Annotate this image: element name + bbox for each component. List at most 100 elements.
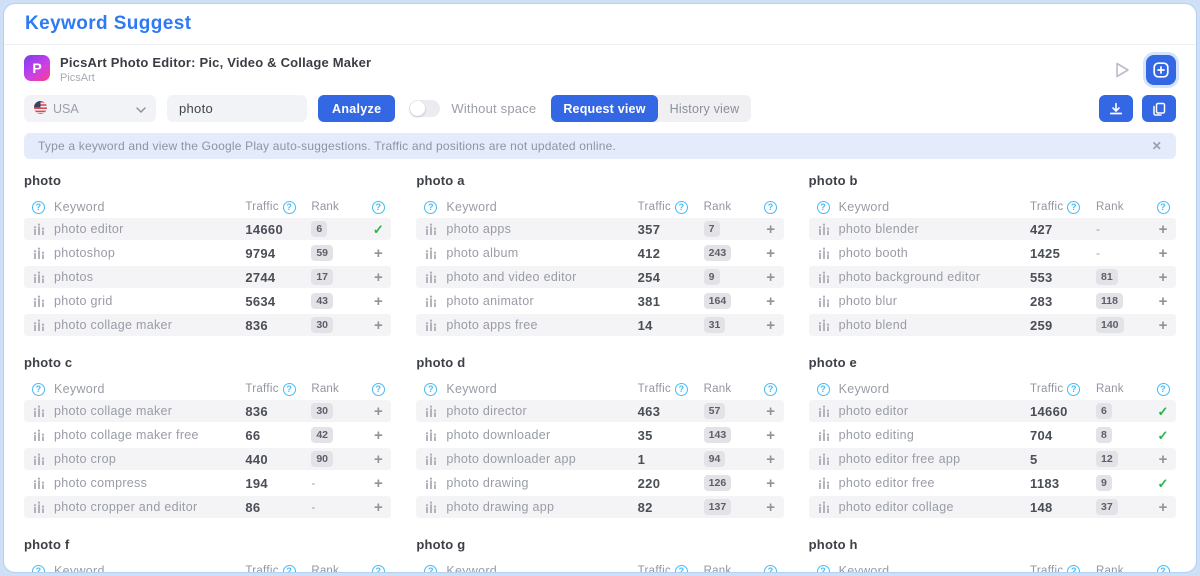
add-keyword-button[interactable]: +: [758, 476, 784, 491]
help-icon[interactable]: ?: [1157, 383, 1170, 396]
keyword-chart-icon[interactable]: [809, 429, 839, 442]
help-icon[interactable]: ?: [283, 565, 296, 574]
help-icon[interactable]: ?: [675, 565, 688, 574]
add-keyword-button[interactable]: +: [365, 500, 391, 515]
add-keyword-button[interactable]: +: [758, 294, 784, 309]
keyword-chart-icon[interactable]: [809, 453, 839, 466]
keyword-chart-icon[interactable]: [416, 477, 446, 490]
help-icon[interactable]: ?: [817, 383, 830, 396]
help-icon[interactable]: ?: [32, 565, 45, 574]
keyword-chart-icon[interactable]: [809, 223, 839, 236]
keyword-chart-icon[interactable]: [416, 453, 446, 466]
add-keyword-button[interactable]: +: [1150, 318, 1176, 333]
help-icon[interactable]: ?: [817, 565, 830, 574]
add-keyword-button[interactable]: +: [758, 404, 784, 419]
keyword-chart-icon[interactable]: [24, 429, 54, 442]
keyword-chart-icon[interactable]: [416, 271, 446, 284]
keyword-chart-icon[interactable]: [809, 477, 839, 490]
keyword-input[interactable]: [167, 95, 307, 122]
keyword-chart-icon[interactable]: [24, 271, 54, 284]
copy-button[interactable]: [1142, 95, 1176, 122]
group-rows: photo collage maker 836 30 + photo colla…: [24, 400, 391, 518]
help-icon[interactable]: ?: [764, 201, 777, 214]
add-keyword-button[interactable]: +: [365, 476, 391, 491]
help-icon[interactable]: ?: [1157, 565, 1170, 574]
add-keyword-button[interactable]: +: [758, 318, 784, 333]
keyword-chart-icon[interactable]: [416, 247, 446, 260]
help-icon[interactable]: ?: [372, 565, 385, 574]
add-keyword-button[interactable]: +: [365, 428, 391, 443]
keyword-chart-icon[interactable]: [809, 295, 839, 308]
add-keyword-button[interactable]: +: [758, 452, 784, 467]
rank-cell: -: [1096, 222, 1100, 236]
help-icon[interactable]: ?: [1067, 383, 1080, 396]
keyword-chart-icon[interactable]: [416, 223, 446, 236]
keyword-chart-icon[interactable]: [24, 319, 54, 332]
help-icon[interactable]: ?: [424, 565, 437, 574]
add-keyword-button[interactable]: +: [1150, 500, 1176, 515]
help-icon[interactable]: ?: [424, 201, 437, 214]
keyword-chart-icon[interactable]: [24, 223, 54, 236]
help-icon[interactable]: ?: [764, 565, 777, 574]
download-button[interactable]: [1099, 95, 1133, 122]
add-keyword-button[interactable]: +: [758, 246, 784, 261]
keyword-chart-icon[interactable]: [416, 295, 446, 308]
add-keyword-button[interactable]: +: [758, 500, 784, 515]
add-keyword-button[interactable]: +: [1150, 294, 1176, 309]
add-keyword-button[interactable]: +: [1150, 452, 1176, 467]
help-icon[interactable]: ?: [283, 383, 296, 396]
country-select[interactable]: USA: [24, 95, 156, 122]
add-keyword-button[interactable]: +: [758, 222, 784, 237]
rank-cell: 137: [704, 499, 732, 515]
group-title: photo c: [24, 355, 391, 370]
add-keyword-button[interactable]: +: [365, 452, 391, 467]
add-keyword-button[interactable]: +: [365, 318, 391, 333]
help-icon[interactable]: ?: [372, 201, 385, 214]
keyword-chart-icon[interactable]: [809, 405, 839, 418]
help-icon[interactable]: ?: [283, 201, 296, 214]
close-icon[interactable]: ✕: [1152, 139, 1162, 153]
help-icon[interactable]: ?: [1067, 565, 1080, 574]
without-space-toggle[interactable]: [409, 100, 440, 117]
add-keyword-button[interactable]: +: [758, 428, 784, 443]
add-app-button[interactable]: [1146, 55, 1176, 85]
help-icon[interactable]: ?: [32, 201, 45, 214]
help-icon[interactable]: ?: [675, 383, 688, 396]
keyword-chart-icon[interactable]: [24, 247, 54, 260]
help-icon[interactable]: ?: [1067, 201, 1080, 214]
keyword-chart-icon[interactable]: [24, 295, 54, 308]
table-row: photoshop 9794 59 +: [24, 242, 391, 264]
request-view-tab[interactable]: Request view: [551, 95, 657, 122]
history-view-tab[interactable]: History view: [658, 95, 752, 122]
keyword-chart-icon[interactable]: [809, 501, 839, 514]
add-keyword-button[interactable]: +: [365, 246, 391, 261]
keyword-chart-icon[interactable]: [416, 319, 446, 332]
add-keyword-button[interactable]: +: [758, 270, 784, 285]
analyze-button[interactable]: Analyze: [318, 95, 395, 122]
help-icon[interactable]: ?: [1157, 201, 1170, 214]
column-traffic: Traffic: [638, 383, 671, 395]
keyword-chart-icon[interactable]: [809, 247, 839, 260]
keyword-chart-icon[interactable]: [24, 477, 54, 490]
add-keyword-button[interactable]: +: [365, 270, 391, 285]
help-icon[interactable]: ?: [424, 383, 437, 396]
add-keyword-button[interactable]: +: [1150, 246, 1176, 261]
add-keyword-button[interactable]: +: [365, 294, 391, 309]
add-keyword-button[interactable]: +: [1150, 222, 1176, 237]
help-icon[interactable]: ?: [764, 383, 777, 396]
keyword-chart-icon[interactable]: [809, 271, 839, 284]
keyword-chart-icon[interactable]: [416, 429, 446, 442]
help-icon[interactable]: ?: [32, 383, 45, 396]
keyword-chart-icon[interactable]: [809, 319, 839, 332]
keyword-chart-icon[interactable]: [24, 453, 54, 466]
keyword-chart-icon[interactable]: [24, 501, 54, 514]
help-icon[interactable]: ?: [372, 383, 385, 396]
help-icon[interactable]: ?: [817, 201, 830, 214]
add-keyword-button[interactable]: +: [1150, 270, 1176, 285]
help-icon[interactable]: ?: [675, 201, 688, 214]
keyword-chart-icon[interactable]: [24, 405, 54, 418]
keyword-chart-icon[interactable]: [416, 501, 446, 514]
keyword-cell: photo editor free app: [839, 452, 1030, 466]
add-keyword-button[interactable]: +: [365, 404, 391, 419]
keyword-chart-icon[interactable]: [416, 405, 446, 418]
